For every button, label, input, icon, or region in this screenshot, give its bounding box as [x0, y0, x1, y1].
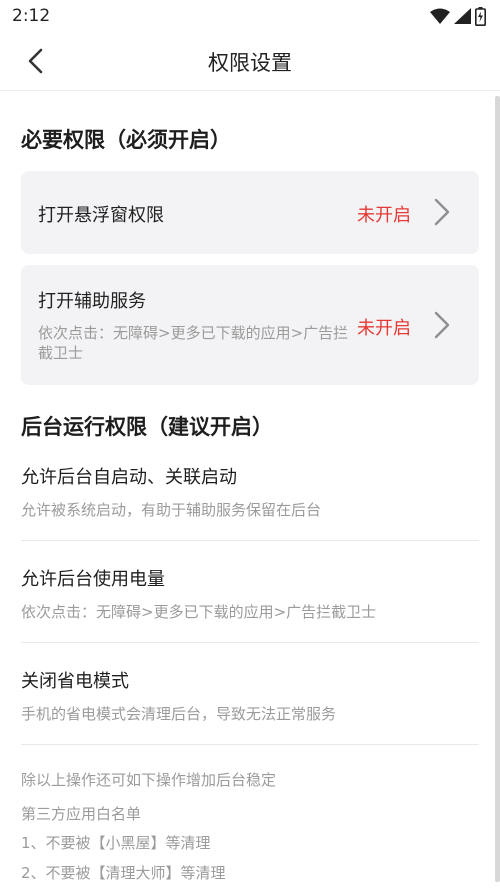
divider	[21, 744, 479, 745]
card-title: 打开辅助服务	[38, 291, 146, 312]
row-description: 允许被系统启动，有助于辅助服务保留在后台	[21, 501, 322, 519]
card-accessibility-service[interactable]: 打开辅助服务 依次点击：无障碍>更多已下载的应用>广告拦截卫士 未开启	[21, 265, 479, 385]
chevron-right-icon	[434, 198, 450, 226]
status-badge: 未开启	[357, 205, 411, 226]
status-icons	[430, 6, 486, 26]
battery-icon	[475, 6, 486, 26]
note-line: 1、不要被【小黑屋】等清理	[21, 834, 211, 852]
note-line: 2、不要被【清理大师】等清理	[21, 864, 226, 882]
row-description: 手机的省电模式会清理后台，导致无法正常服务	[21, 705, 337, 723]
chevron-right-icon	[434, 311, 450, 339]
row-title-autostart[interactable]: 允许后台自启动、关联启动	[21, 463, 237, 489]
section-title-background: 后台运行权限（建议开启）	[21, 415, 273, 439]
row-title-power-saving[interactable]: 关闭省电模式	[21, 667, 129, 693]
row-title-battery-usage[interactable]: 允许后台使用电量	[21, 565, 165, 591]
status-badge: 未开启	[357, 318, 411, 339]
divider	[21, 642, 479, 643]
card-title: 打开悬浮窗权限	[38, 205, 164, 226]
signal-icon	[454, 8, 471, 24]
status-bar: 2:12	[0, 0, 500, 34]
page-title: 权限设置	[208, 51, 292, 75]
scrollbar[interactable]	[495, 96, 500, 882]
section-title-required: 必要权限（必须开启）	[21, 128, 231, 152]
card-floating-window-permission[interactable]: 打开悬浮窗权限 未开启	[21, 171, 479, 254]
note-line: 除以上操作还可如下操作增加后台稳定	[21, 771, 277, 789]
nav-bar: 权限设置	[0, 34, 500, 91]
row-description: 依次点击：无障碍>更多已下载的应用>广告拦截卫士	[21, 603, 377, 621]
wifi-icon	[430, 8, 450, 24]
note-line: 第三方应用白名单	[21, 805, 142, 823]
divider	[21, 540, 479, 541]
status-time: 2:12	[12, 6, 51, 26]
card-description: 依次点击：无障碍>更多已下载的应用>广告拦截卫士	[38, 324, 349, 362]
